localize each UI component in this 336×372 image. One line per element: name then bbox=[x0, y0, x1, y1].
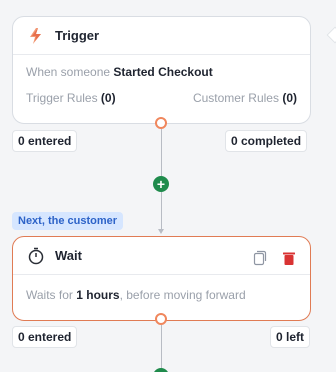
trigger-card-header: Trigger bbox=[13, 17, 310, 55]
customer-rules-count: (0) bbox=[282, 91, 297, 105]
trigger-output-node[interactable] bbox=[155, 117, 167, 129]
trigger-condition-prefix: When someone bbox=[26, 65, 114, 79]
canvas-edge-handle[interactable] bbox=[326, 26, 336, 44]
trigger-completed-count: 0 completed bbox=[225, 130, 308, 152]
trigger-rules[interactable]: Trigger Rules (0) bbox=[26, 91, 116, 105]
bolt-icon bbox=[27, 27, 45, 45]
trigger-rules-row: Trigger Rules (0) Customer Rules (0) bbox=[26, 91, 297, 105]
add-step-button[interactable] bbox=[153, 368, 169, 372]
connector-line bbox=[161, 129, 162, 176]
wait-left-count: 0 left bbox=[270, 326, 311, 348]
trigger-body: When someone Started Checkout Trigger Ru… bbox=[13, 55, 310, 115]
wait-card[interactable]: Wait Waits for 1 hours, before moving fo… bbox=[12, 236, 311, 321]
trigger-rules-count: (0) bbox=[100, 91, 116, 105]
customer-rules[interactable]: Customer Rules (0) bbox=[193, 91, 297, 105]
connector-line bbox=[161, 325, 162, 372]
wait-entered-count: 0 entered bbox=[12, 326, 78, 348]
trigger-condition-event: Started Checkout bbox=[113, 65, 213, 79]
trigger-condition: When someone Started Checkout bbox=[26, 65, 297, 79]
add-step-button[interactable]: + bbox=[153, 176, 169, 192]
trash-icon[interactable] bbox=[281, 250, 297, 266]
connector-arrow-icon bbox=[158, 229, 164, 234]
wait-description-suffix: , before moving forward bbox=[119, 288, 246, 302]
duplicate-icon[interactable] bbox=[251, 250, 267, 266]
wait-duration: 1 hours bbox=[76, 288, 120, 302]
trigger-rules-label: Trigger Rules bbox=[26, 91, 101, 105]
edge-label-tag[interactable]: Next, the customer bbox=[12, 212, 124, 230]
stopwatch-icon bbox=[27, 247, 45, 265]
wait-output-node[interactable] bbox=[155, 313, 167, 325]
wait-description-prefix: Waits for bbox=[26, 288, 77, 302]
wait-title: Wait bbox=[55, 248, 82, 263]
wait-body: Waits for 1 hours, before moving forward bbox=[13, 275, 310, 312]
customer-rules-label: Customer Rules bbox=[192, 91, 283, 105]
connector-line bbox=[161, 192, 162, 230]
trigger-entered-count: 0 entered bbox=[12, 130, 78, 152]
trigger-card[interactable]: Trigger When someone Started Checkout Tr… bbox=[12, 16, 311, 124]
trigger-title: Trigger bbox=[55, 28, 100, 43]
